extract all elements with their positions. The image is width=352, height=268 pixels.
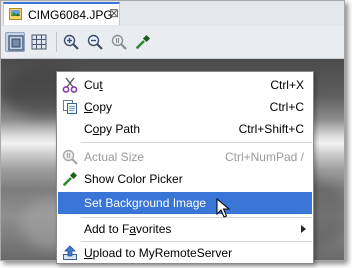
tab-image-file[interactable]: CIMG6084.JPG ⊠ [3,2,120,25]
zoom-in-button[interactable] [61,32,81,52]
menu-item-actual-size: Actual Size Ctrl+NumPad / [58,146,312,168]
upload-icon [62,245,78,261]
zoom-out-button[interactable] [85,32,105,52]
copy-icon [62,99,78,115]
menu-item-set-background-image[interactable]: Set Background Image [58,192,312,214]
zoom-in-icon [63,34,79,50]
image-file-icon [9,8,22,20]
menu-item-copy-path[interactable]: Copy Path Ctrl+Shift+C [58,118,312,140]
toolbar [1,26,344,59]
menu-item-add-to-favorites[interactable]: Add to Favorites [58,218,312,240]
actual-size-button[interactable] [109,32,129,52]
menu-item-copy[interactable]: Copy Ctrl+C [58,96,312,118]
grid-button[interactable] [29,32,49,52]
toolbar-separator [56,32,57,52]
color-picker-button[interactable] [133,32,153,52]
shortcut: Ctrl+NumPad / [224,150,304,164]
actual-size-icon [111,34,127,50]
tab-bar: CIMG6084.JPG ⊠ [1,1,344,26]
grid-icon [31,34,47,50]
color-picker-icon [136,34,151,49]
context-menu: Cut Ctrl+X Copy Ctrl+C Copy Path Ctrl+Sh… [56,71,314,264]
shortcut: Ctrl+Shift+C [238,122,304,136]
shortcut: Ctrl+C [269,100,304,114]
zoom-fit-icon [8,35,24,51]
menu-item-cut[interactable]: Cut Ctrl+X [58,74,312,96]
zoom-fit-button[interactable] [5,32,25,52]
color-picker-icon [62,171,78,187]
mouse-cursor-icon [216,197,231,221]
menu-item-show-color-picker[interactable]: Show Color Picker [58,168,312,190]
zoom-out-icon [87,34,103,50]
close-tab-icon[interactable]: ⊠ [109,6,119,20]
actual-size-icon [62,149,78,165]
scissors-icon [62,77,78,93]
menu-item-upload[interactable]: Upload to MyRemoteServer [58,242,312,264]
submenu-arrow-icon [301,225,306,233]
tab-title: CIMG6084.JPG [28,8,113,22]
menu-separator [81,142,312,143]
shortcut: Ctrl+X [270,78,304,92]
